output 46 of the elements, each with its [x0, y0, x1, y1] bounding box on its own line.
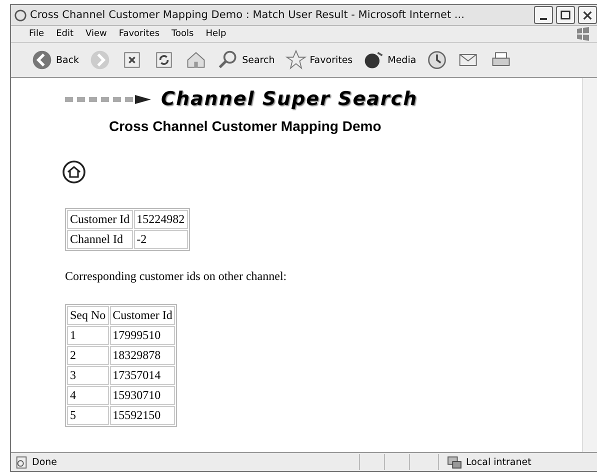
maximize-button[interactable] [556, 6, 575, 24]
table-cell: 2 [67, 346, 109, 365]
minimize-icon [540, 18, 547, 20]
table-cell: 17999510 [110, 326, 176, 345]
maximize-icon [560, 10, 571, 20]
table-cell: 15930710 [110, 386, 176, 405]
menu-item[interactable]: Help [206, 29, 226, 39]
table-cell: 5 [67, 406, 109, 425]
table-cell: 4 [67, 386, 109, 405]
table-cell: 3 [67, 366, 109, 385]
table-cell: 15592150 [110, 406, 176, 425]
column-header: Seq No [67, 306, 109, 325]
status-text: Done [32, 456, 58, 468]
scrollbar[interactable] [582, 78, 597, 452]
minimize-button[interactable] [534, 6, 553, 24]
favorites-button[interactable]: Favorites [282, 47, 355, 73]
close-button[interactable] [578, 6, 597, 24]
table-cell: Channel Id [67, 230, 133, 249]
menu-item[interactable]: File [29, 29, 44, 39]
menu-item[interactable]: View [86, 29, 107, 39]
window-title: Cross Channel Customer Mapping Demo : Match User Result - Microsoft Internet ... [30, 9, 466, 21]
table-cell: -2 [134, 230, 188, 249]
back-button[interactable]: Back [29, 47, 82, 73]
search-button[interactable]: Search [215, 47, 277, 73]
windows-logo-icon [575, 26, 591, 42]
media-icon [362, 49, 385, 71]
column-header: Customer Id [110, 306, 176, 325]
table-cell: 17357014 [110, 366, 176, 385]
menu-item[interactable]: Edit [56, 29, 74, 39]
results-caption: Corresponding customer ids on other channel: [65, 269, 288, 284]
table-cell: 1 [67, 326, 109, 345]
media-button[interactable]: Media [360, 47, 418, 73]
table-cell: 15224982 [134, 210, 188, 229]
table-cell: Customer Id [67, 210, 133, 229]
page-icon [15, 456, 28, 468]
clock-icon [426, 49, 448, 71]
intranet-icon [447, 456, 462, 468]
zone-text: Local intranet [466, 456, 532, 468]
star-icon [284, 49, 307, 71]
menu-item[interactable]: Tools [172, 29, 194, 39]
menu-item[interactable]: Favorites [118, 29, 160, 39]
table-cell: 18329878 [110, 346, 176, 365]
home-icon[interactable] [62, 160, 86, 184]
close-icon [582, 10, 593, 20]
banner-title: Channel Super Search [161, 88, 418, 110]
page-heading: Cross Channel Customer Mapping Demo [109, 118, 382, 134]
